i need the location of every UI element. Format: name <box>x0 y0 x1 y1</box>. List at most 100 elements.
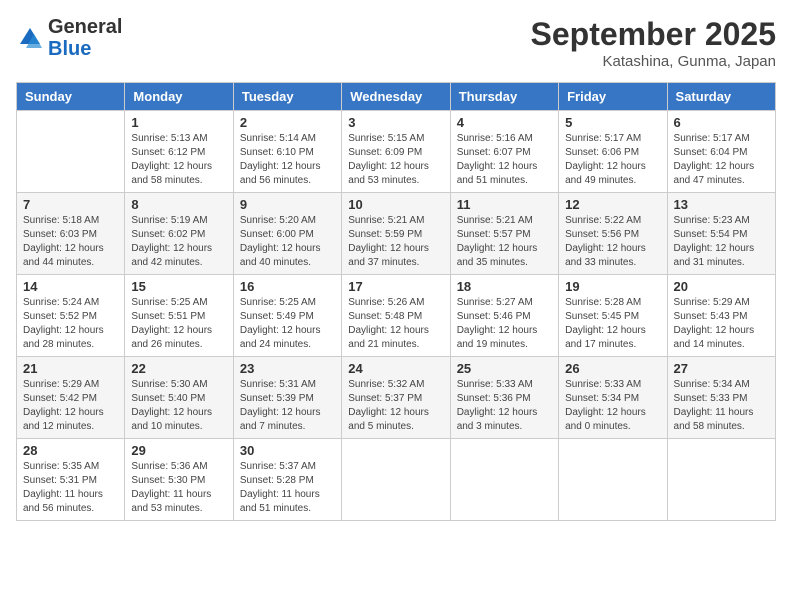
day-number: 18 <box>457 279 552 294</box>
weekday-header-thursday: Thursday <box>450 83 558 111</box>
calendar-cell: 21 Sunrise: 5:29 AMSunset: 5:42 PMDayligh… <box>17 357 125 439</box>
day-info: Sunrise: 5:29 AMSunset: 5:43 PMDaylight:… <box>674 296 769 352</box>
day-number: 17 <box>348 279 443 294</box>
header: General Blue September 2025 Katashina, G… <box>16 16 776 70</box>
calendar-cell: 15 Sunrise: 5:25 AMSunset: 5:51 PMDayligh… <box>125 275 233 357</box>
day-info: Sunrise: 5:31 AMSunset: 5:39 PMDaylight:… <box>240 378 335 434</box>
day-info: Sunrise: 5:27 AMSunset: 5:46 PMDaylight:… <box>457 296 552 352</box>
weekday-header-monday: Monday <box>125 83 233 111</box>
day-number: 30 <box>240 443 335 458</box>
calendar-cell: 6 Sunrise: 5:17 AMSunset: 6:04 PMDaylight… <box>667 111 775 193</box>
weekday-header-saturday: Saturday <box>667 83 775 111</box>
day-number: 14 <box>23 279 118 294</box>
calendar-cell: 11 Sunrise: 5:21 AMSunset: 5:57 PMDayligh… <box>450 193 558 275</box>
day-number: 4 <box>457 115 552 130</box>
calendar-cell: 5 Sunrise: 5:17 AMSunset: 6:06 PMDaylight… <box>559 111 667 193</box>
day-info: Sunrise: 5:16 AMSunset: 6:07 PMDaylight:… <box>457 132 552 188</box>
day-info: Sunrise: 5:29 AMSunset: 5:42 PMDaylight:… <box>23 378 118 434</box>
day-info: Sunrise: 5:17 AMSunset: 6:06 PMDaylight:… <box>565 132 660 188</box>
day-number: 27 <box>674 361 769 376</box>
day-number: 11 <box>457 197 552 212</box>
calendar-cell: 30 Sunrise: 5:37 AMSunset: 5:28 PMDayligh… <box>233 439 341 521</box>
calendar-cell: 25Sunrise: 5:33 AMSunset: 5:36 PMDayligh… <box>450 357 558 439</box>
calendar-cell: 14 Sunrise: 5:24 AMSunset: 5:52 PMDayligh… <box>17 275 125 357</box>
weekday-header-friday: Friday <box>559 83 667 111</box>
weekday-header-wednesday: Wednesday <box>342 83 450 111</box>
day-number: 22 <box>131 361 226 376</box>
day-info: Sunrise: 5:22 AMSunset: 5:56 PMDaylight:… <box>565 214 660 270</box>
day-info: Sunrise: 5:15 AMSunset: 6:09 PMDaylight:… <box>348 132 443 188</box>
day-number: 6 <box>674 115 769 130</box>
day-info: Sunrise: 5:35 AMSunset: 5:31 PMDaylight:… <box>23 460 118 516</box>
weekday-header-sunday: Sunday <box>17 83 125 111</box>
day-number: 13 <box>674 197 769 212</box>
calendar-cell <box>667 439 775 521</box>
calendar-week-row: 14 Sunrise: 5:24 AMSunset: 5:52 PMDayligh… <box>17 275 776 357</box>
day-number: 29 <box>131 443 226 458</box>
day-number: 8 <box>131 197 226 212</box>
calendar-cell: 19 Sunrise: 5:28 AMSunset: 5:45 PMDayligh… <box>559 275 667 357</box>
day-info: Sunrise: 5:21 AMSunset: 5:57 PMDaylight:… <box>457 214 552 270</box>
day-number: 16 <box>240 279 335 294</box>
calendar-cell: 17 Sunrise: 5:26 AMSunset: 5:48 PMDayligh… <box>342 275 450 357</box>
calendar-cell: 22 Sunrise: 5:30 AMSunset: 5:40 PMDayligh… <box>125 357 233 439</box>
day-number: 15 <box>131 279 226 294</box>
day-info: Sunrise: 5:19 AMSunset: 6:02 PMDaylight:… <box>131 214 226 270</box>
calendar-cell: 27 Sunrise: 5:34 AMSunset: 5:33 PMDayligh… <box>667 357 775 439</box>
day-number: 21 <box>23 361 118 376</box>
calendar-cell <box>559 439 667 521</box>
title-area: September 2025 Katashina, Gunma, Japan <box>531 16 776 70</box>
day-info: Sunrise: 5:32 AMSunset: 5:37 PMDaylight:… <box>348 378 443 434</box>
calendar-cell: 18 Sunrise: 5:27 AMSunset: 5:46 PMDayligh… <box>450 275 558 357</box>
day-info: Sunrise: 5:36 AMSunset: 5:30 PMDaylight:… <box>131 460 226 516</box>
calendar-week-row: 28 Sunrise: 5:35 AMSunset: 5:31 PMDayligh… <box>17 439 776 521</box>
day-info: Sunrise: 5:34 AMSunset: 5:33 PMDaylight:… <box>674 378 769 434</box>
day-info: Sunrise: 5:26 AMSunset: 5:48 PMDaylight:… <box>348 296 443 352</box>
day-number: 28 <box>23 443 118 458</box>
calendar-cell: 23 Sunrise: 5:31 AMSunset: 5:39 PMDayligh… <box>233 357 341 439</box>
day-number: 2 <box>240 115 335 130</box>
day-info: Sunrise: 5:21 AMSunset: 5:59 PMDaylight:… <box>348 214 443 270</box>
calendar-week-row: 1Sunrise: 5:13 AMSunset: 6:12 PMDaylight… <box>17 111 776 193</box>
location-title: Katashina, Gunma, Japan <box>531 53 776 70</box>
logo-general-text: General <box>48 16 122 38</box>
day-info: Sunrise: 5:23 AMSunset: 5:54 PMDaylight:… <box>674 214 769 270</box>
day-info: Sunrise: 5:30 AMSunset: 5:40 PMDaylight:… <box>131 378 226 434</box>
weekday-header-tuesday: Tuesday <box>233 83 341 111</box>
calendar-cell: 3 Sunrise: 5:15 AMSunset: 6:09 PMDaylight… <box>342 111 450 193</box>
day-info: Sunrise: 5:25 AMSunset: 5:49 PMDaylight:… <box>240 296 335 352</box>
day-info: Sunrise: 5:13 AMSunset: 6:12 PMDaylight:… <box>131 132 226 188</box>
calendar-cell: 24Sunrise: 5:32 AMSunset: 5:37 PMDayligh… <box>342 357 450 439</box>
day-info: Sunrise: 5:28 AMSunset: 5:45 PMDaylight:… <box>565 296 660 352</box>
day-number: 26 <box>565 361 660 376</box>
day-number: 23 <box>240 361 335 376</box>
calendar-cell: 7 Sunrise: 5:18 AMSunset: 6:03 PMDaylight… <box>17 193 125 275</box>
calendar-week-row: 7 Sunrise: 5:18 AMSunset: 6:03 PMDaylight… <box>17 193 776 275</box>
day-info: Sunrise: 5:14 AMSunset: 6:10 PMDaylight:… <box>240 132 335 188</box>
calendar-cell <box>17 111 125 193</box>
calendar-cell: 29 Sunrise: 5:36 AMSunset: 5:30 PMDayligh… <box>125 439 233 521</box>
day-number: 19 <box>565 279 660 294</box>
day-number: 3 <box>348 115 443 130</box>
day-info: Sunrise: 5:18 AMSunset: 6:03 PMDaylight:… <box>23 214 118 270</box>
day-number: 5 <box>565 115 660 130</box>
day-info: Sunrise: 5:33 AMSunset: 5:34 PMDaylight:… <box>565 378 660 434</box>
day-number: 20 <box>674 279 769 294</box>
day-number: 7 <box>23 197 118 212</box>
day-info: Sunrise: 5:17 AMSunset: 6:04 PMDaylight:… <box>674 132 769 188</box>
weekday-header-row: SundayMondayTuesdayWednesdayThursdayFrid… <box>17 83 776 111</box>
day-info: Sunrise: 5:25 AMSunset: 5:51 PMDaylight:… <box>131 296 226 352</box>
day-number: 10 <box>348 197 443 212</box>
day-number: 25 <box>457 361 552 376</box>
calendar-cell <box>342 439 450 521</box>
calendar-table: SundayMondayTuesdayWednesdayThursdayFrid… <box>16 82 776 521</box>
day-info: Sunrise: 5:24 AMSunset: 5:52 PMDaylight:… <box>23 296 118 352</box>
calendar-cell: 16 Sunrise: 5:25 AMSunset: 5:49 PMDayligh… <box>233 275 341 357</box>
calendar-cell: 10 Sunrise: 5:21 AMSunset: 5:59 PMDayligh… <box>342 193 450 275</box>
day-info: Sunrise: 5:37 AMSunset: 5:28 PMDaylight:… <box>240 460 335 516</box>
logo: General Blue <box>16 16 122 60</box>
calendar-cell: 12Sunrise: 5:22 AMSunset: 5:56 PMDayligh… <box>559 193 667 275</box>
day-info: Sunrise: 5:20 AMSunset: 6:00 PMDaylight:… <box>240 214 335 270</box>
calendar-cell: 28 Sunrise: 5:35 AMSunset: 5:31 PMDayligh… <box>17 439 125 521</box>
calendar-cell <box>450 439 558 521</box>
